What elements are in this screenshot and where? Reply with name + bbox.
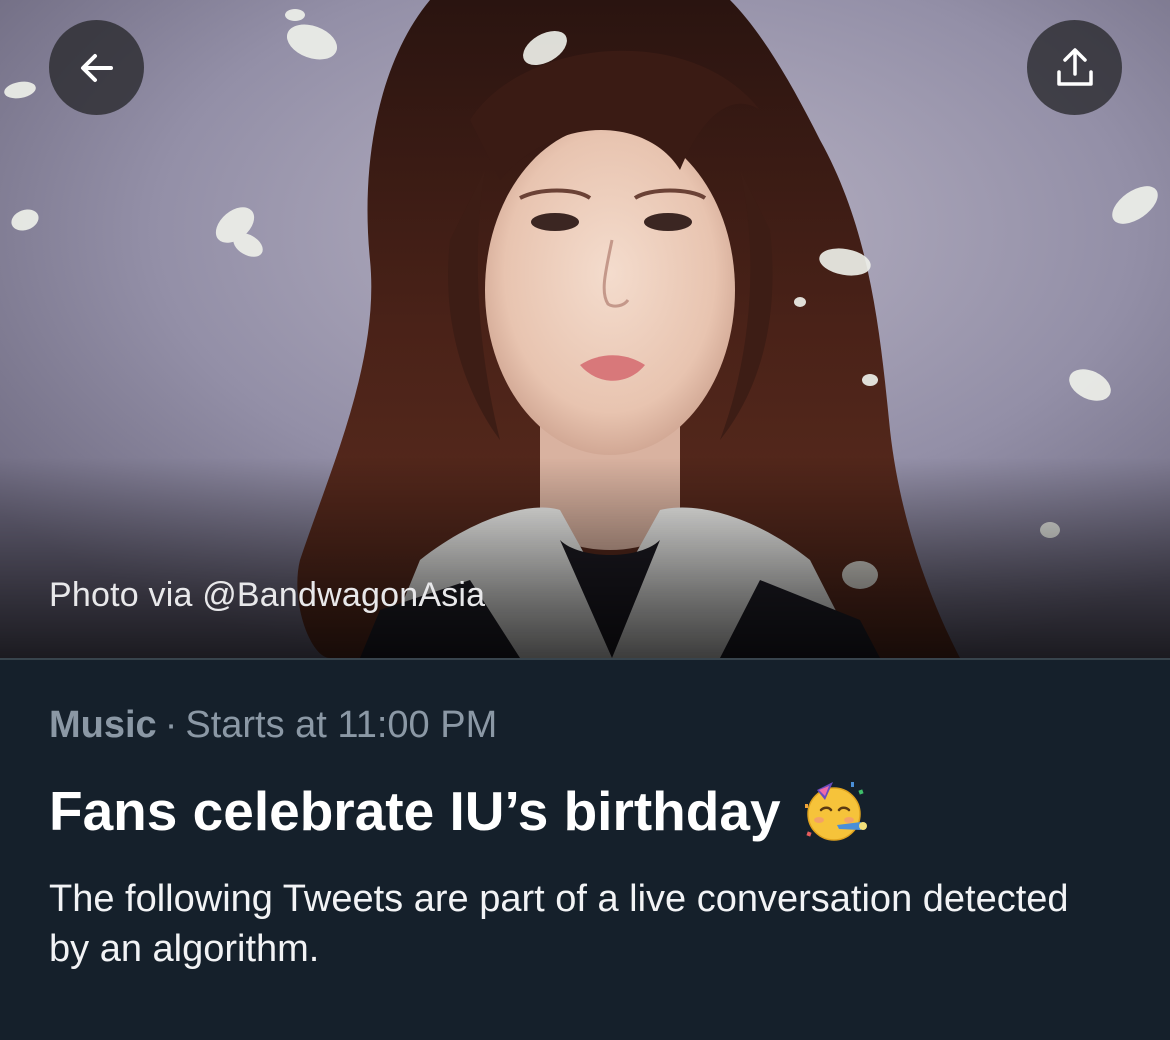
partying-face-icon [803,778,869,844]
event-description: The following Tweets are part of a live … [49,878,1069,970]
share-upload-icon [1056,47,1093,86]
event-info: Music · Starts at 11:00 PM Fans celebrate … [49,700,1129,974]
event-category: Music [49,704,157,746]
image-bottom-gradient [0,458,1170,658]
share-button[interactable] [1027,20,1122,115]
event-title: Fans celebrate IU’s birthday [49,780,781,842]
event-title-row: Fans celebrate IU’s birthday [49,778,1129,844]
event-meta: Music · Starts at 11:00 PM [49,700,1129,750]
divider [0,658,1170,660]
back-button[interactable] [49,20,144,115]
event-header-image: Photo via @BandwagonAsia [0,0,1170,658]
event-start-time: Starts at 11:00 PM [185,704,498,746]
arrow-left-icon [80,53,113,82]
meta-separator: · [164,704,178,746]
photo-credit: Photo via @BandwagonAsia [49,576,486,614]
